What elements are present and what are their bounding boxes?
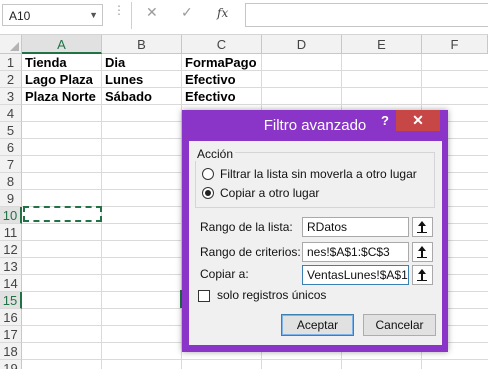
copy-to-input[interactable]: VentasLunes!$A$10: [302, 265, 409, 285]
name-box-value: A10: [9, 9, 31, 23]
selected-cell-a10[interactable]: [23, 206, 102, 222]
row-header-2[interactable]: 2: [0, 71, 22, 88]
ok-button[interactable]: Aceptar: [281, 314, 354, 336]
cell-a2[interactable]: Lago Plaza: [22, 71, 93, 88]
cell-b1[interactable]: Dia: [102, 54, 125, 71]
formula-bar: A10 ▼ ⋮ ✕ ✓ fx: [0, 0, 488, 35]
row-header-15[interactable]: 15: [0, 292, 22, 309]
insert-function-icon[interactable]: fx: [217, 6, 228, 20]
unique-records-label[interactable]: solo registros únicos: [217, 288, 326, 302]
criteria-range-label: Rango de criterios:: [200, 245, 301, 259]
list-range-label: Rango de la lista:: [200, 220, 293, 234]
copy-to-label: Copiar a:: [200, 267, 249, 281]
dialog-body: Acción Filtrar la lista sin moverla a ot…: [189, 141, 442, 345]
row-header-7[interactable]: 7: [0, 156, 22, 173]
cell-b2[interactable]: Lunes: [102, 71, 143, 88]
select-all-button[interactable]: [0, 35, 22, 54]
row-header-1[interactable]: 1: [0, 54, 22, 71]
cell-c3[interactable]: Efectivo: [182, 88, 236, 105]
row-header-8[interactable]: 8: [0, 173, 22, 190]
unique-records-checkbox[interactable]: [198, 290, 210, 302]
criteria-range-collapse-button[interactable]: [412, 242, 433, 262]
radio-copy-to-label[interactable]: Copiar a otro lugar: [220, 186, 319, 200]
row-header-10[interactable]: 10: [0, 207, 22, 224]
column-header-c[interactable]: C: [182, 35, 262, 54]
cell-c2[interactable]: Efectivo: [182, 71, 236, 88]
row-header-3[interactable]: 3: [0, 88, 22, 105]
copy-to-collapse-button[interactable]: [412, 265, 433, 285]
radio-filter-in-place[interactable]: [202, 168, 214, 180]
cell-a1[interactable]: Tienda: [22, 54, 67, 71]
formula-input[interactable]: [245, 3, 488, 27]
row-header-16[interactable]: 16: [0, 309, 22, 326]
row-header-4[interactable]: 4: [0, 105, 22, 122]
select-all-icon: [10, 42, 19, 51]
row-header-6[interactable]: 6: [0, 139, 22, 156]
cell-a3[interactable]: Plaza Norte: [22, 88, 96, 105]
advanced-filter-dialog: Filtro avanzado ? ✕ Acción Filtrar la li…: [182, 110, 448, 352]
enter-icon[interactable]: ✓: [181, 4, 193, 21]
row-header-17[interactable]: 17: [0, 326, 22, 343]
row-header-14[interactable]: 14: [0, 275, 22, 292]
row-header-11[interactable]: 11: [0, 224, 22, 241]
formula-bar-divider: [131, 2, 132, 29]
column-header-a[interactable]: A: [22, 35, 102, 54]
chevron-down-icon[interactable]: ▼: [89, 10, 98, 20]
criteria-range-input[interactable]: nes!$A$1:$C$3: [302, 242, 409, 262]
row-header-18[interactable]: 18: [0, 343, 22, 360]
column-header-f[interactable]: F: [422, 35, 488, 54]
cancel-button[interactable]: Cancelar: [363, 314, 436, 336]
row-header-12[interactable]: 12: [0, 241, 22, 258]
column-header-d[interactable]: D: [262, 35, 342, 54]
row-header-19[interactable]: 19: [0, 360, 22, 369]
row-header-9[interactable]: 9: [0, 190, 22, 207]
close-button[interactable]: ✕: [396, 110, 440, 131]
cell-b3[interactable]: Sábado: [102, 88, 152, 105]
action-group-label: Acción: [195, 147, 236, 161]
help-icon[interactable]: ?: [375, 112, 395, 130]
column-header-e[interactable]: E: [342, 35, 422, 54]
list-range-input[interactable]: RDatos: [302, 217, 409, 237]
column-header-b[interactable]: B: [102, 35, 182, 54]
row-header-13[interactable]: 13: [0, 258, 22, 275]
drag-handle-icon[interactable]: ⋮: [113, 3, 125, 17]
radio-filter-in-place-label[interactable]: Filtrar la lista sin moverla a otro luga…: [220, 167, 417, 181]
cell-c1[interactable]: FormaPago: [182, 54, 257, 71]
cancel-icon[interactable]: ✕: [146, 4, 158, 21]
list-range-collapse-button[interactable]: [412, 217, 433, 237]
name-box[interactable]: A10 ▼: [2, 4, 103, 26]
radio-copy-to[interactable]: [202, 187, 214, 199]
row-header-5[interactable]: 5: [0, 122, 22, 139]
